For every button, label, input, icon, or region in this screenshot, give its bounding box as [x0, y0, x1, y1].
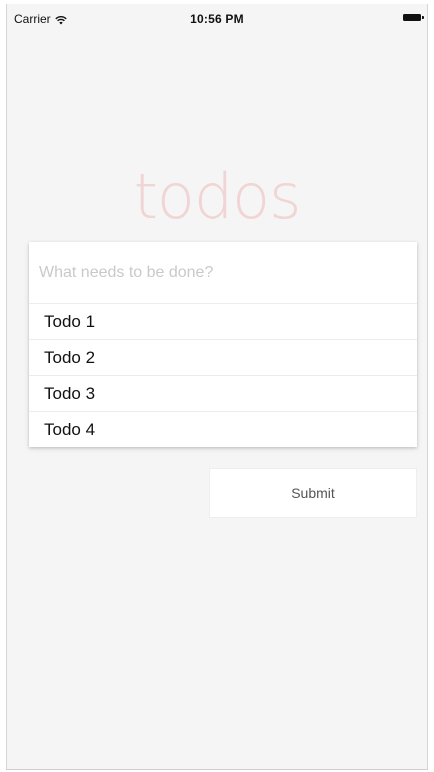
status-time: 10:56 PM [190, 12, 244, 26]
todo-item[interactable]: Todo 4 [29, 412, 417, 447]
status-bar: Carrier 10:56 PM [7, 4, 427, 30]
battery-icon [403, 14, 424, 21]
phone-screen: Carrier 10:56 PM todos Todo 1 Todo 2 Tod… [6, 4, 428, 770]
submit-button[interactable]: Submit [209, 468, 417, 518]
app-title: todos [133, 160, 302, 233]
todo-card: Todo 1 Todo 2 Todo 3 Todo 4 [29, 242, 417, 447]
todo-item[interactable]: Todo 3 [29, 376, 417, 412]
todo-list: Todo 1 Todo 2 Todo 3 Todo 4 [29, 304, 417, 447]
todo-item[interactable]: Todo 2 [29, 340, 417, 376]
todo-item[interactable]: Todo 1 [29, 304, 417, 340]
new-todo-input[interactable] [29, 242, 417, 304]
